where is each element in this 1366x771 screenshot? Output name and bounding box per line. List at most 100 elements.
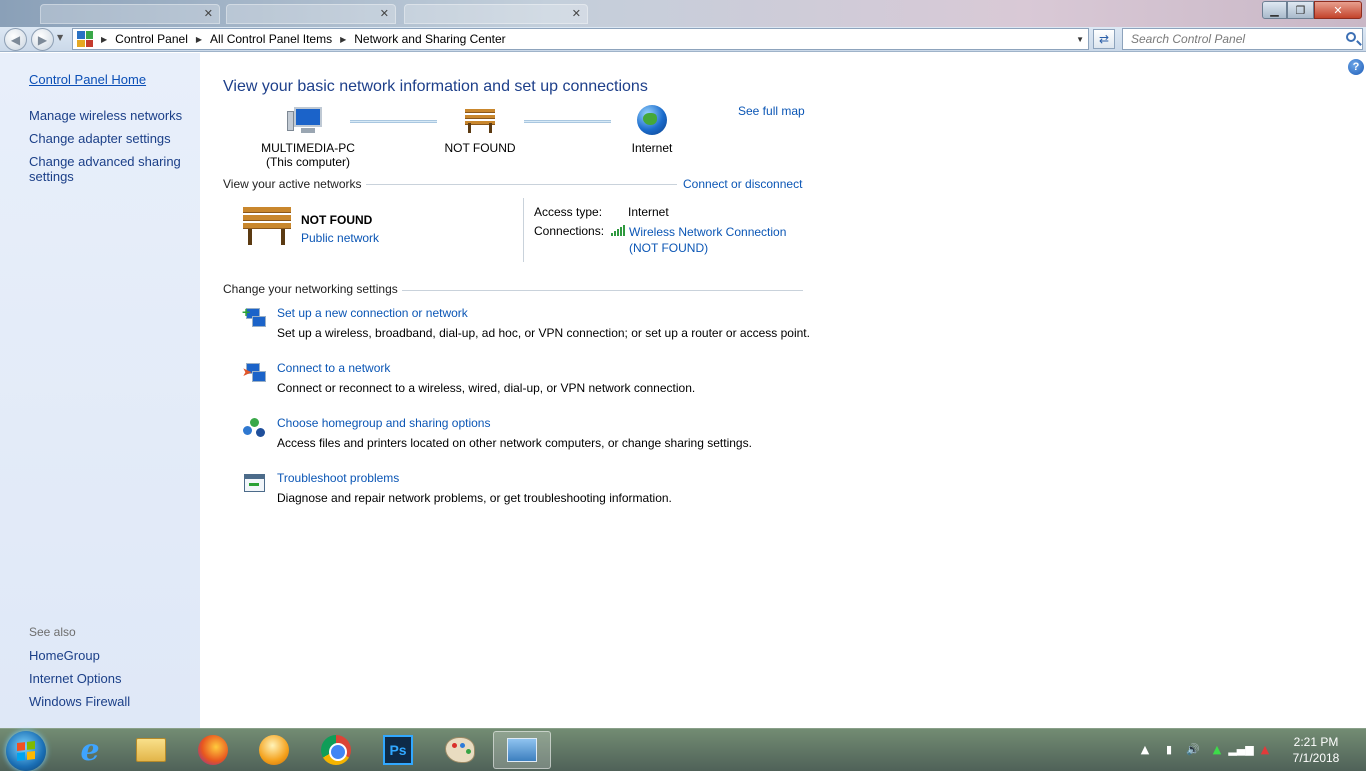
network-type-link[interactable]: Public network [301,231,379,245]
public-network-bench-icon[interactable] [243,207,293,247]
search-box[interactable] [1122,28,1363,50]
task-troubleshoot: Troubleshoot problems Diagnose and repai… [242,471,842,511]
active-networks-heading: View your active networks [223,177,362,191]
control-panel-icon [77,31,93,47]
connection-ssid[interactable]: (NOT FOUND) [629,240,786,256]
paint-palette-icon [445,737,475,763]
breadcrumb-chevron-icon[interactable]: ▶ [340,35,346,44]
map-node-internet[interactable]: Internet [612,105,692,155]
firefox-icon [198,735,228,765]
active-network-name: NOT FOUND [301,213,373,227]
active-network-card: NOT FOUND Public network Access type: In… [223,193,803,263]
address-bar[interactable]: ▶ Control Panel ▶ All Control Panel Items… [72,28,1089,50]
divider [523,198,524,262]
globe-icon [635,105,669,137]
sidebar: Control Panel Home Manage wireless netwo… [0,53,200,728]
search-input[interactable] [1123,29,1333,49]
taskbar-chrome[interactable] [307,731,365,769]
minimize-button[interactable]: ▁ [1262,1,1287,19]
show-hidden-icons-icon[interactable]: ▲ [1138,742,1152,756]
close-button[interactable]: ✕ [1314,1,1362,19]
taskbar-paint[interactable] [431,731,489,769]
address-history-dropdown-icon[interactable]: ▼ [1076,35,1084,44]
task-homegroup: Choose homegroup and sharing options Acc… [242,416,842,456]
breadcrumb-control-panel[interactable]: Control Panel ▶ [115,32,210,46]
media-app-icon [259,735,289,765]
navigation-bar: ◀ ▶ ▼ ▶ Control Panel ▶ All Control Panel… [0,27,1366,52]
breadcrumb-label[interactable]: Control Panel [115,32,188,46]
taskbar-media-app[interactable] [245,731,303,769]
setup-connection-link[interactable]: Set up a new connection or network [277,306,468,320]
recent-pages-dropdown-icon[interactable]: ▼ [57,33,63,42]
antivirus-icon[interactable]: ▲ [1258,742,1272,756]
network-signal-icon[interactable]: ▂▄▆ [1228,742,1253,756]
taskbar-file-explorer[interactable] [122,731,180,769]
setup-connection-desc: Set up a wireless, broadband, dial-up, a… [277,326,810,340]
see-full-map-link[interactable]: See full map [738,104,805,118]
see-also-windows-firewall-link[interactable]: Windows Firewall [29,694,130,709]
connection-name[interactable]: Wireless Network Connection [629,224,786,240]
control-panel-home-link[interactable]: Control Panel Home [29,72,146,87]
sidebar-item-advanced-sharing[interactable]: Change advanced sharing [29,154,181,169]
background-tab: ✕ [226,4,396,24]
help-icon[interactable]: ? [1348,59,1364,75]
back-button[interactable]: ◀ [4,28,27,51]
sidebar-item-manage-wireless[interactable]: Manage wireless networks [29,108,182,123]
computer-name-label: MULTIMEDIA-PC [261,141,355,155]
breadcrumb-all-items[interactable]: All Control Panel Items ▶ [210,32,354,46]
folder-icon [136,738,166,762]
start-button[interactable] [6,731,46,771]
map-node-computer[interactable]: MULTIMEDIA-PC (This computer) [248,105,368,169]
task-setup-connection: + Set up a new connection or network Set… [242,305,842,346]
taskbar-control-panel[interactable] [493,731,551,769]
connect-or-disconnect-link[interactable]: Connect or disconnect [683,177,802,191]
sidebar-item-advanced-sharing-cont[interactable]: settings [29,169,74,184]
chrome-icon [321,735,351,765]
homegroup-link[interactable]: Choose homegroup and sharing options [277,416,490,430]
change-settings-heading: Change your networking settings [223,282,398,296]
page-title: View your basic network information and … [223,78,648,95]
breadcrumb-chevron-icon[interactable]: ▶ [101,35,107,44]
photoshop-icon: Ps [383,735,413,765]
breadcrumb-network-sharing[interactable]: Network and Sharing Center [354,32,505,46]
see-also-heading: See also [29,625,76,639]
task-connect-network: ➤ Connect to a network Connect or reconn… [242,361,842,401]
volume-icon[interactable]: 🔊 [1186,742,1200,756]
breadcrumb-root[interactable]: ▶ [99,35,115,44]
refresh-button[interactable]: ⇄ [1093,29,1115,49]
connections-label: Connections: [534,224,605,238]
breadcrumb-label[interactable]: All Control Panel Items [210,32,332,46]
battery-icon[interactable]: ▮ [1162,742,1176,756]
taskbar-internet-explorer[interactable]: e [61,731,119,769]
divider [366,184,677,185]
background-tab: ✕ [404,4,588,24]
map-node-network[interactable]: NOT FOUND [426,105,534,155]
wireless-connection-link[interactable]: Wireless Network Connection (NOT FOUND) [629,224,786,256]
new-connection-icon: + [242,305,266,330]
connect-network-link[interactable]: Connect to a network [277,361,390,375]
network-name-label: NOT FOUND [444,141,516,155]
taskbar-firefox[interactable] [184,731,242,769]
troubleshoot-icon [242,471,266,495]
clock-date: 7/1/2018 [1292,751,1340,765]
see-also-homegroup-link[interactable]: HomeGroup [29,648,100,663]
search-icon[interactable] [1346,32,1356,42]
internet-label: Internet [631,141,673,155]
troubleshoot-link[interactable]: Troubleshoot problems [277,471,399,485]
connect-network-desc: Connect or reconnect to a wireless, wire… [277,381,696,395]
taskbar-photoshop[interactable]: Ps [369,731,427,769]
forward-button[interactable]: ▶ [31,28,54,51]
computer-sub-label: (This computer) [265,155,351,169]
clock-time: 2:21 PM [1293,735,1339,749]
app-tray-icon[interactable]: ▲ [1210,742,1224,756]
clock[interactable]: 2:21 PM 7/1/2018 [1276,734,1356,766]
map-connector [350,120,437,123]
windows-logo-icon [17,741,35,761]
internet-explorer-icon: e [80,732,100,768]
see-also-internet-options-link[interactable]: Internet Options [29,671,122,686]
breadcrumb-label[interactable]: Network and Sharing Center [354,32,505,46]
breadcrumb-chevron-icon[interactable]: ▶ [196,35,202,44]
sidebar-item-adapter-settings[interactable]: Change adapter settings [29,131,171,146]
maximize-button[interactable]: ❐ [1287,1,1314,19]
network-center-icon [507,738,537,762]
